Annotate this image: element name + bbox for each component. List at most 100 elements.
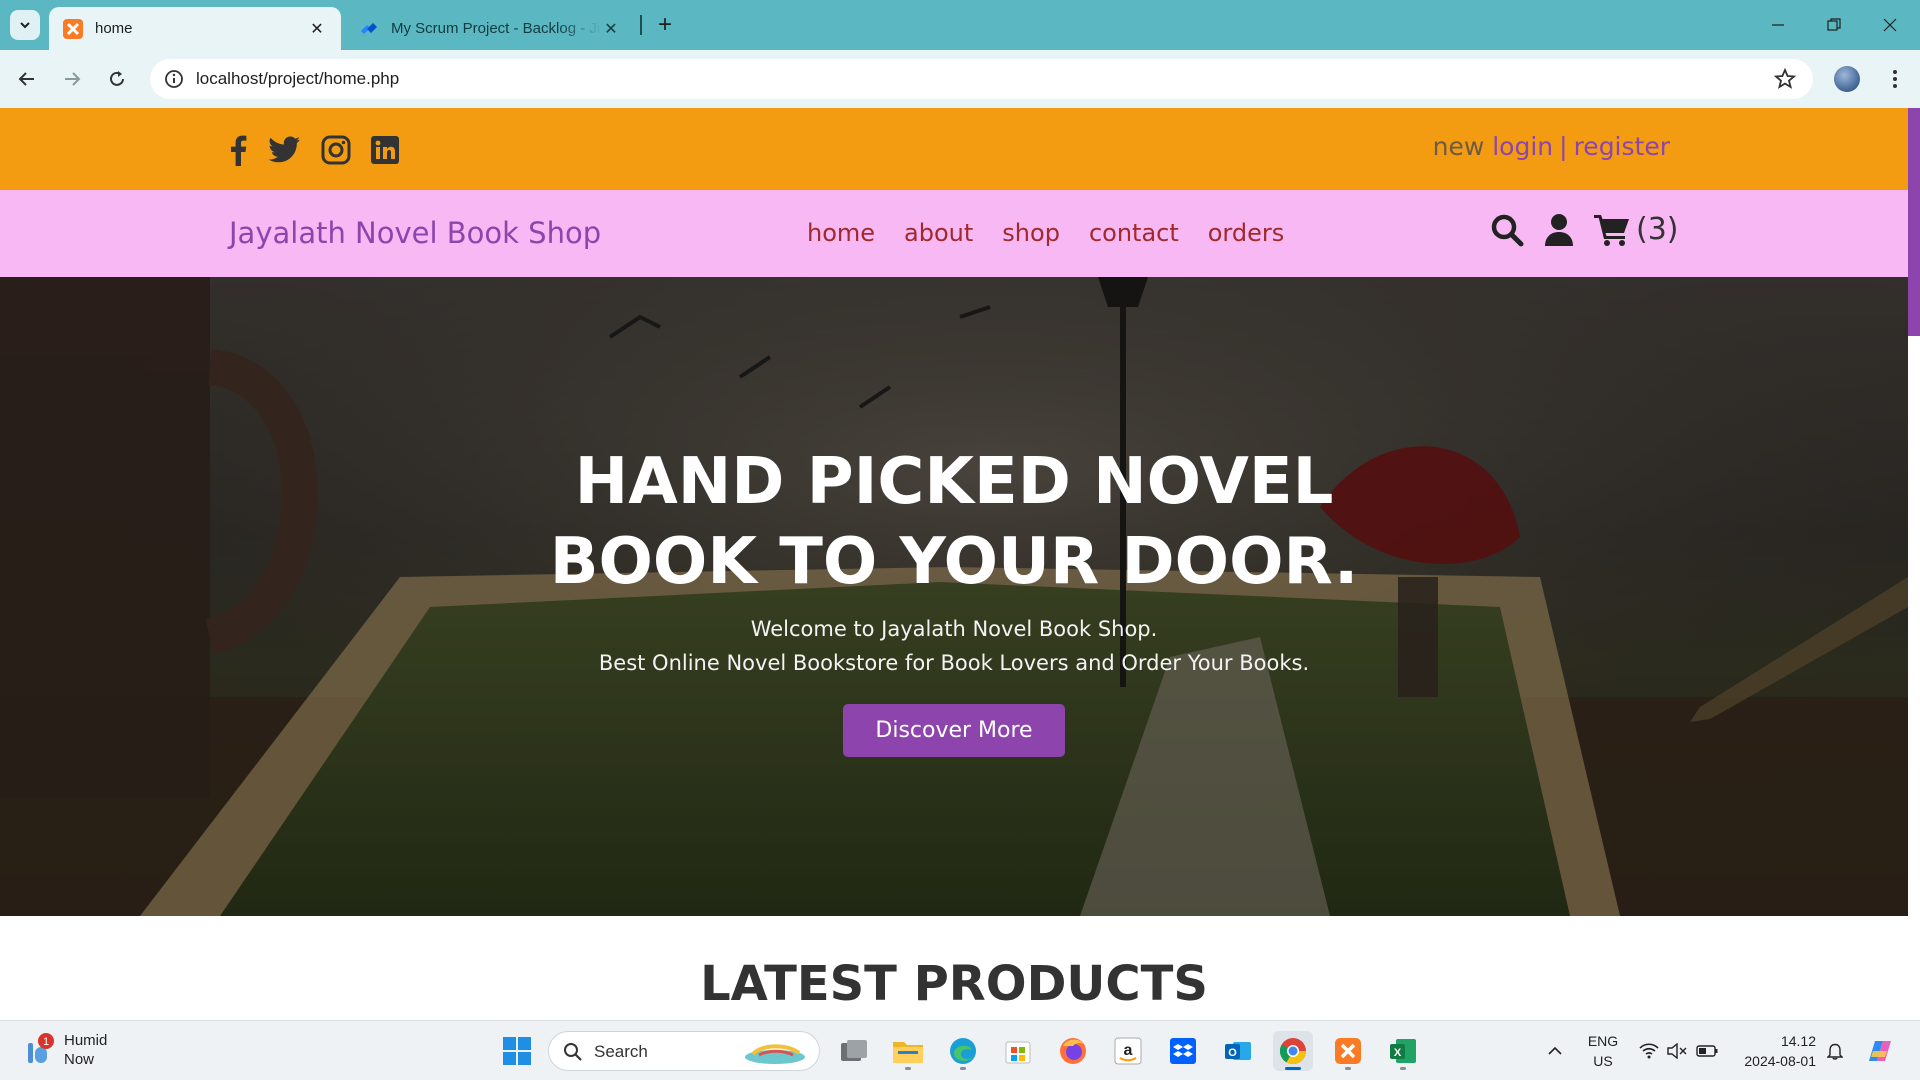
clock[interactable]: 14.12 2024-08-01: [1734, 1031, 1816, 1071]
shopping-cart-icon[interactable]: [1594, 214, 1630, 246]
main-navbar: Jayalath Novel Book Shop home about shop…: [0, 190, 1908, 277]
jira-favicon-icon: [361, 22, 377, 34]
tab-separator: [640, 15, 642, 35]
tab-title: home: [95, 20, 133, 37]
restore-button[interactable]: [1814, 8, 1854, 42]
new-tab-button[interactable]: +: [650, 10, 680, 40]
taskbar-ms-store[interactable]: [998, 1031, 1038, 1071]
nav-about[interactable]: about: [904, 219, 973, 247]
taskbar-search[interactable]: Search: [548, 1031, 820, 1071]
discover-more-button[interactable]: Discover More: [843, 704, 1065, 757]
windows-taskbar: 1 Humid Now Search a O X ENG US 14.12 20…: [0, 1020, 1920, 1080]
scrollbar-thumb[interactable]: [1908, 108, 1920, 336]
taskbar-chrome[interactable]: [1273, 1031, 1313, 1071]
taskbar-dropbox[interactable]: [1163, 1031, 1203, 1071]
taskbar-outlook[interactable]: O: [1218, 1031, 1258, 1071]
search-icon[interactable]: [1490, 213, 1524, 247]
language-indicator[interactable]: ENG US: [1582, 1031, 1624, 1071]
running-indicator: [1345, 1067, 1351, 1070]
close-window-button[interactable]: [1870, 8, 1910, 42]
page-scrollbar[interactable]: [1908, 108, 1920, 1020]
site-logo[interactable]: Jayalath Novel Book Shop: [229, 216, 601, 250]
copilot-button[interactable]: [1860, 1021, 1900, 1080]
chevron-up-icon: [1548, 1046, 1562, 1055]
language-line1: ENG: [1587, 1033, 1619, 1049]
weather-widget[interactable]: 1 Humid Now: [22, 1031, 107, 1069]
hero-title: HAND PICKED NOVEL BOOK TO YOUR DOOR.: [0, 442, 1908, 602]
nav-shop[interactable]: shop: [1002, 219, 1060, 247]
taskbar-amazon[interactable]: a: [1108, 1031, 1148, 1071]
close-tab-icon[interactable]: ✕: [307, 19, 327, 39]
clock-date: 2024-08-01: [1744, 1053, 1816, 1069]
amazon-icon: a: [1114, 1037, 1142, 1065]
windows-logo-icon: [503, 1037, 531, 1065]
chevron-down-icon: [20, 22, 30, 29]
weather-text: Humid Now: [64, 1031, 107, 1069]
start-button[interactable]: [497, 1031, 537, 1071]
forward-button[interactable]: [55, 62, 89, 96]
nav-home[interactable]: home: [807, 219, 875, 247]
task-view-button[interactable]: [834, 1031, 874, 1071]
cart-count[interactable]: (3): [1636, 212, 1679, 247]
svg-text:O: O: [1228, 1047, 1237, 1059]
register-link[interactable]: register: [1574, 132, 1670, 161]
hero-subtitle: Welcome to Jayalath Novel Book Shop. Bes…: [0, 612, 1908, 680]
address-bar[interactable]: localhost/project/home.php: [150, 59, 1813, 99]
close-icon: [1883, 18, 1897, 32]
browser-tab-bar: home ✕ My Scrum Project - Backlog - Jira…: [0, 0, 1920, 50]
svg-text:X: X: [1394, 1047, 1402, 1059]
back-button[interactable]: [10, 62, 44, 96]
tab-search-button[interactable]: [10, 10, 40, 40]
linkedin-link[interactable]: [367, 132, 403, 168]
browser-toolbar: localhost/project/home.php: [0, 50, 1920, 108]
close-tab-icon[interactable]: ✕: [601, 19, 621, 39]
hero-title-line1: HAND PICKED NOVEL: [574, 445, 1334, 519]
weather-title: Humid: [64, 1032, 108, 1049]
network-status[interactable]: [1634, 1021, 1664, 1080]
search-highlight-icon: [745, 1044, 805, 1064]
hero-subtitle-line1: Welcome to Jayalath Novel Book Shop.: [750, 617, 1158, 641]
nav-orders[interactable]: orders: [1208, 219, 1285, 247]
taskbar-xampp[interactable]: [1328, 1031, 1368, 1071]
login-link[interactable]: login: [1492, 132, 1553, 161]
profile-avatar[interactable]: [1834, 66, 1860, 92]
show-hidden-icons-button[interactable]: [1540, 1021, 1570, 1080]
latest-products-title: LATEST PRODUCTS: [700, 956, 1208, 1012]
minimize-icon: [1772, 24, 1784, 26]
minimize-button[interactable]: [1758, 8, 1798, 42]
taskbar-file-explorer[interactable]: [888, 1031, 928, 1071]
active-indicator: [1285, 1067, 1301, 1070]
weather-sub: Now: [64, 1051, 95, 1068]
user-icon[interactable]: [1544, 213, 1574, 247]
auth-links: new login | register: [1433, 132, 1670, 161]
battery-status[interactable]: [1692, 1021, 1722, 1080]
tab-jira-backlog[interactable]: My Scrum Project - Backlog - Jira ✕: [345, 7, 635, 50]
twitter-link[interactable]: [267, 132, 303, 168]
volume-status[interactable]: [1662, 1021, 1692, 1080]
tab-title: My Scrum Project - Backlog - Jira: [391, 20, 601, 37]
taskbar-edge[interactable]: [943, 1031, 983, 1071]
hero-subtitle-line2: Best Online Novel Bookstore for Book Lov…: [598, 651, 1310, 675]
nav-contact[interactable]: contact: [1089, 219, 1179, 247]
tab-home[interactable]: home ✕: [49, 7, 341, 50]
hero-title-line2: BOOK TO YOUR DOOR.: [549, 525, 1359, 599]
site-info-icon[interactable]: [162, 67, 186, 91]
search-icon: [564, 1043, 582, 1061]
facebook-link[interactable]: [220, 132, 256, 168]
url-text[interactable]: localhost/project/home.php: [196, 69, 399, 89]
reload-button[interactable]: [100, 62, 134, 96]
taskbar-excel[interactable]: X: [1383, 1031, 1423, 1071]
clock-time: 14.12: [1780, 1033, 1816, 1049]
arrow-left-icon: [18, 72, 34, 86]
taskbar-firefox[interactable]: [1053, 1031, 1093, 1071]
new-label: new: [1432, 132, 1485, 161]
firefox-icon: [1060, 1038, 1086, 1064]
volume-muted-icon: [1667, 1043, 1687, 1059]
notifications-button[interactable]: [1820, 1021, 1850, 1080]
browser-menu-button[interactable]: [1880, 64, 1910, 94]
store-icon: [1005, 1041, 1031, 1064]
wifi-icon: [1639, 1043, 1659, 1059]
bookmark-star-icon[interactable]: [1773, 67, 1797, 91]
instagram-link[interactable]: [318, 132, 354, 168]
outlook-icon: O: [1225, 1042, 1251, 1060]
